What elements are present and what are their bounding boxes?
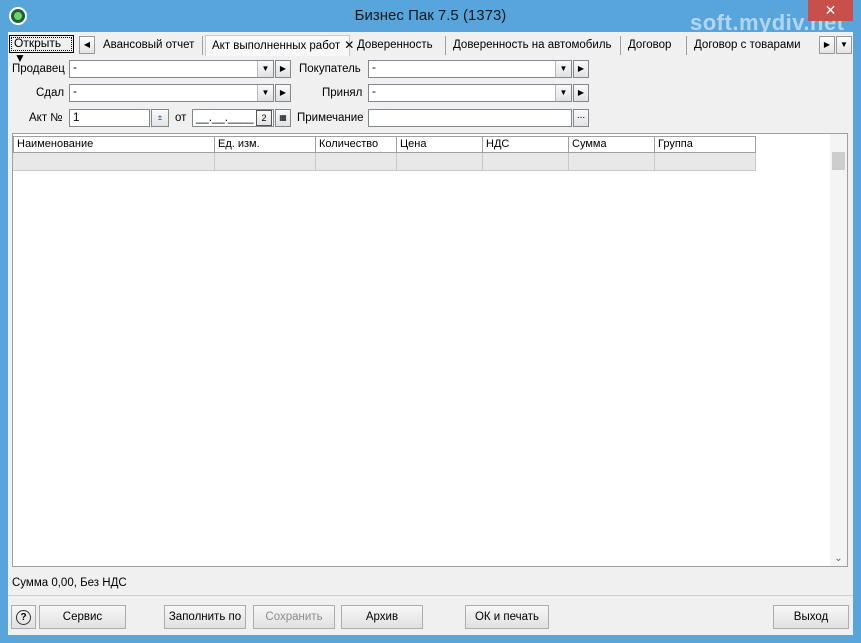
column-header-quantity[interactable]: Количество bbox=[316, 136, 397, 153]
arrow-right-icon: ▶ bbox=[577, 88, 585, 97]
tab-label: Акт выполненных работ bbox=[212, 40, 341, 52]
received-select[interactable]: - ▼ bbox=[368, 84, 572, 102]
calendar-icon: ▦ bbox=[279, 113, 287, 122]
handed-select[interactable]: - ▼ bbox=[69, 84, 274, 102]
table-cell[interactable] bbox=[569, 153, 655, 171]
arrow-right-icon: ▶ bbox=[823, 40, 831, 49]
note-label: Примечание bbox=[297, 112, 364, 124]
archive-button[interactable]: Архив bbox=[341, 605, 423, 629]
tab-contract-goods[interactable]: Договор с товарами bbox=[688, 36, 818, 55]
tab-car-power-of-attorney[interactable]: Доверенность на автомобиль bbox=[447, 36, 621, 55]
chevron-down-icon[interactable]: ▼ bbox=[555, 61, 571, 77]
column-header-vat[interactable]: НДС bbox=[483, 136, 569, 153]
save-button[interactable]: Сохранить bbox=[253, 605, 335, 629]
date-digit-icon: 2 bbox=[261, 113, 267, 123]
handed-label: Сдал bbox=[36, 87, 65, 99]
arrow-right-icon: ▶ bbox=[577, 64, 585, 73]
column-header-sum[interactable]: Сумма bbox=[569, 136, 655, 153]
chevron-down-icon: ▼ bbox=[840, 40, 848, 49]
chevron-down-icon[interactable]: ⌄ bbox=[830, 553, 847, 564]
vertical-scrollbar[interactable]: ⌄ bbox=[830, 134, 847, 566]
received-label: Принял bbox=[322, 87, 363, 99]
chevron-down-icon[interactable]: ▼ bbox=[257, 85, 273, 101]
tab-label: Доверенность bbox=[357, 39, 433, 51]
date-spin-button[interactable]: 2 bbox=[256, 110, 272, 126]
column-header-price[interactable]: Цена bbox=[397, 136, 483, 153]
open-button-label: Открыть bbox=[14, 36, 62, 50]
table-cell[interactable] bbox=[215, 153, 316, 171]
app-window: Бизнес Пак 7.5 (1373) soft.mydiv.net ✕ О… bbox=[0, 0, 861, 643]
items-table[interactable]: Наименование Ед. изм. Количество Цена НД… bbox=[12, 133, 848, 567]
tab-list-button[interactable]: ▼ bbox=[836, 36, 852, 54]
help-icon: ? bbox=[16, 610, 31, 625]
table-cell[interactable] bbox=[316, 153, 397, 171]
received-open-button[interactable]: ▶ bbox=[573, 84, 589, 102]
buyer-select[interactable]: - ▼ bbox=[368, 60, 572, 78]
table-cell[interactable] bbox=[655, 153, 756, 171]
tab-label: Авансовый отчет bbox=[103, 39, 195, 51]
tab-scroll-left-button[interactable]: ◀ bbox=[79, 36, 95, 54]
chevron-down-icon[interactable]: ▼ bbox=[555, 85, 571, 101]
arrow-right-icon: ▶ bbox=[279, 88, 287, 97]
total-status-text: Сумма 0,00, Без НДС bbox=[12, 577, 127, 589]
act-number-label: Акт № bbox=[29, 112, 63, 124]
seller-open-button[interactable]: ▶ bbox=[275, 60, 291, 78]
service-button[interactable]: Сервис bbox=[39, 605, 126, 629]
table-cell[interactable] bbox=[483, 153, 569, 171]
seller-value: - bbox=[73, 62, 77, 74]
tab-label: Доверенность на автомобиль bbox=[453, 39, 612, 51]
arrow-left-icon: ◀ bbox=[83, 40, 91, 49]
table-cell[interactable] bbox=[397, 153, 483, 171]
buyer-value: - bbox=[372, 62, 376, 74]
calendar-button[interactable]: ▦ bbox=[275, 109, 291, 127]
note-browse-button[interactable]: ... bbox=[573, 109, 589, 127]
buyer-label: Покупатель bbox=[299, 63, 361, 75]
plus-arrow-icon: ± bbox=[157, 113, 163, 122]
scrollbar-thumb[interactable] bbox=[832, 152, 845, 170]
open-dropdown-button[interactable]: Открыть ▼ bbox=[9, 35, 74, 65]
tab-label: Договор bbox=[628, 39, 672, 51]
received-value: - bbox=[372, 86, 376, 98]
arrow-right-icon: ▶ bbox=[279, 64, 287, 73]
title-bar: Бизнес Пак 7.5 (1373) soft.mydiv.net ✕ bbox=[0, 0, 861, 35]
fill-by-button[interactable]: Заполнить по bbox=[164, 605, 246, 629]
buyer-open-button[interactable]: ▶ bbox=[573, 60, 589, 78]
increment-number-button[interactable]: ± bbox=[151, 109, 169, 127]
act-number-input[interactable]: 1 bbox=[69, 109, 150, 127]
tab-contract[interactable]: Договор bbox=[622, 36, 687, 55]
column-header-group[interactable]: Группа bbox=[655, 136, 756, 153]
seller-select[interactable]: - ▼ bbox=[69, 60, 274, 78]
seller-label: Продавец bbox=[12, 63, 65, 75]
divider bbox=[8, 595, 853, 596]
tab-label: Договор с товарами bbox=[694, 39, 801, 51]
column-header-unit[interactable]: Ед. изм. bbox=[215, 136, 316, 153]
handed-open-button[interactable]: ▶ bbox=[275, 84, 291, 102]
main-panel: Открыть ▼ ◀ Авансовый отчет Акт выполнен… bbox=[8, 32, 853, 635]
chevron-down-icon[interactable]: ▼ bbox=[257, 61, 273, 77]
tab-scroll-right-button[interactable]: ▶ bbox=[819, 36, 835, 54]
tab-power-of-attorney[interactable]: Доверенность bbox=[351, 36, 446, 55]
help-button[interactable]: ? bbox=[11, 605, 36, 629]
tab-strip: Открыть ▼ ◀ Авансовый отчет Акт выполнен… bbox=[8, 34, 853, 65]
table-cell[interactable] bbox=[13, 153, 215, 171]
ok-print-button[interactable]: ОК и печать bbox=[465, 605, 549, 629]
column-header-name[interactable]: Наименование bbox=[13, 136, 215, 153]
tab-advance-report[interactable]: Авансовый отчет bbox=[97, 36, 203, 55]
note-input[interactable] bbox=[368, 109, 572, 127]
handed-value: - bbox=[73, 86, 77, 98]
date-from-label: от bbox=[175, 112, 187, 124]
tab-work-act[interactable]: Акт выполненных работ ✕ bbox=[205, 35, 354, 56]
exit-button[interactable]: Выход bbox=[773, 605, 849, 629]
close-window-button[interactable]: ✕ bbox=[808, 0, 853, 21]
